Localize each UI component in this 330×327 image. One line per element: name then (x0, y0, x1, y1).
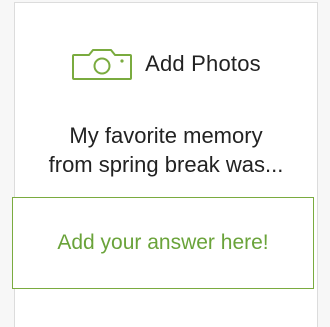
add-photos-label: Add Photos (145, 51, 261, 76)
answer-input[interactable]: Add your answer here! (12, 197, 314, 289)
prompt-line-1: My favorite memory (69, 123, 263, 148)
prompt-line-2: from spring break was... (48, 152, 284, 177)
add-photos-button[interactable]: Add Photos (15, 44, 317, 84)
prompt-text: My favorite memory from spring break was… (15, 121, 317, 179)
answer-placeholder: Add your answer here! (57, 231, 269, 254)
camera-icon (72, 49, 133, 80)
